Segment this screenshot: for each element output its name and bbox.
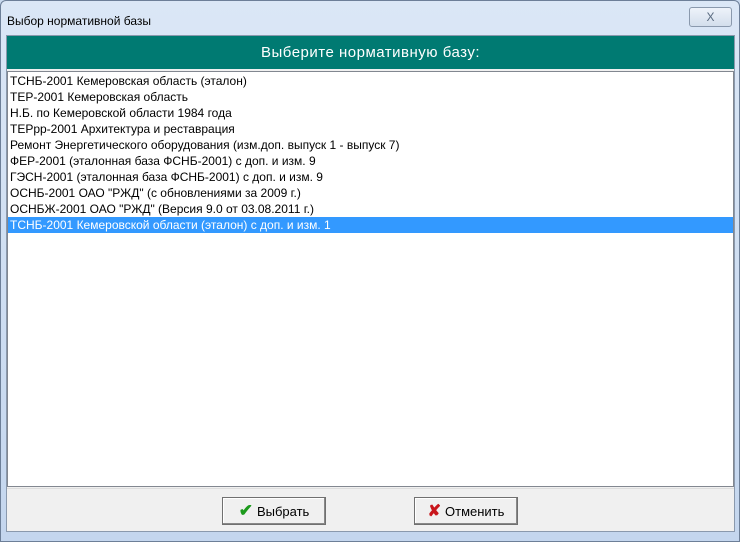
list-item[interactable]: ГЭСН-2001 (эталонная база ФСНБ-2001) с д… <box>8 169 733 185</box>
cancel-button[interactable]: ✘ Отменить <box>414 497 518 525</box>
dialog-client: Выберите нормативную базу: ТСНБ-2001 Кем… <box>6 35 735 532</box>
cancel-button-label: Отменить <box>445 503 505 519</box>
list-item[interactable]: ТЕРрр-2001 Архитектура и реставрация <box>8 121 733 137</box>
dialog-window: Выбор нормативной базы X Выберите нормат… <box>0 0 740 542</box>
list-item[interactable]: ТСНБ-2001 Кемеровская область (эталон) <box>8 73 733 89</box>
window-title: Выбор нормативной базы <box>7 14 151 28</box>
close-button[interactable]: X <box>689 7 732 27</box>
list-item[interactable]: ФЕР-2001 (эталонная база ФСНБ-2001) с до… <box>8 153 733 169</box>
checkmark-icon: ✔ <box>238 501 253 520</box>
list-item[interactable]: Н.Б. по Кемеровской области 1984 года <box>8 105 733 121</box>
select-button-label: Выбрать <box>256 503 310 519</box>
normative-base-list[interactable]: ТСНБ-2001 Кемеровская область (эталон) ТЕ… <box>7 71 734 487</box>
cross-icon: ✘ <box>427 503 441 520</box>
button-bar: ✔ Выбрать ✘ Отменить <box>7 488 734 531</box>
list-item[interactable]: Ремонт Энергетического оборудования (изм… <box>8 137 733 153</box>
list-header: Выберите нормативную базу: <box>7 36 734 69</box>
list-item[interactable]: ОСНБ-2001 ОАО "РЖД" (с обновлениями за 2… <box>8 185 733 201</box>
select-button[interactable]: ✔ Выбрать <box>222 497 326 525</box>
list-item[interactable]: ОСНБЖ-2001 ОАО "РЖД" (Версия 9.0 от 03.0… <box>8 201 733 217</box>
list-item[interactable]: ТЕР-2001 Кемеровская область <box>8 89 733 105</box>
list-item[interactable]: ТСНБ-2001 Кемеровской области (эталон) с… <box>8 217 733 233</box>
